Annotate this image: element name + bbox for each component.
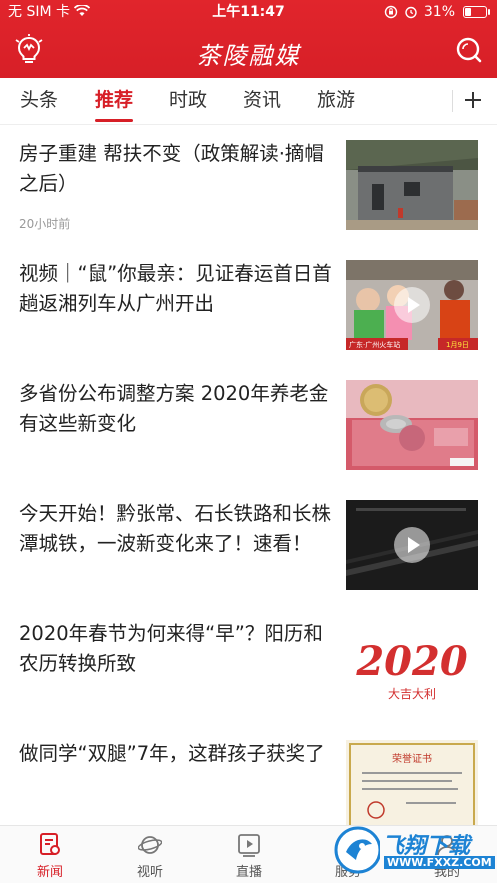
app-title: 茶陵融媒	[196, 42, 301, 70]
site-watermark: 飞翔下载 WWW.FXXZ.COM	[332, 822, 495, 878]
thumb-blessing-text: 大吉大利	[388, 687, 436, 701]
news-thumbnail: 2020 大吉大利	[346, 620, 478, 710]
news-thumbnail: 荣誉证书	[346, 740, 478, 825]
thumb-caption: 广东·广州火车站	[349, 340, 400, 349]
tab-divider	[452, 90, 453, 112]
nav-label: 视听	[136, 865, 163, 880]
tab-info[interactable]: 资讯	[243, 78, 281, 124]
nav-label: 直播	[235, 865, 262, 880]
news-thumbnail: 广东·广州火车站 1月9日	[346, 260, 478, 350]
planet-icon	[138, 836, 162, 854]
watermark-logo-icon	[334, 826, 380, 874]
status-right: 31%	[384, 0, 490, 24]
add-channel-icon[interactable]	[463, 88, 483, 112]
alarm-icon	[405, 6, 417, 19]
news-thumbnail	[346, 140, 478, 230]
news-item[interactable]: 今天开始！黔张常、石长铁路和长株潭城铁，一波新变化来了！速看！	[0, 485, 497, 605]
news-item[interactable]: 2020年春节为何来得“早”？阳历和农历转换所致 2020 大吉大利	[0, 605, 497, 725]
nav-label: 新闻	[36, 865, 63, 880]
play-icon[interactable]	[394, 287, 430, 323]
news-title: 做同学“双腿”7年，这群孩子获奖了	[19, 742, 325, 765]
thumb-date: 1月9日	[446, 341, 469, 349]
tab-politics[interactable]: 时政	[169, 78, 207, 124]
news-thumbnail	[346, 380, 478, 470]
news-item[interactable]: 房子重建 帮扶不变（政策解读·摘帽之后） 20小时前	[0, 125, 497, 245]
news-thumbnail	[346, 500, 478, 590]
search-icon[interactable]	[455, 36, 483, 64]
news-title: 视频｜“鼠”你最亲：见证春运首日首趟返湘列车从广州开出	[19, 262, 332, 315]
battery-percent: 31%	[423, 4, 455, 20]
battery-icon	[463, 6, 490, 18]
news-item[interactable]: 多省份公布调整方案 2020年养老金有这些新变化	[0, 365, 497, 485]
news-icon	[40, 833, 60, 855]
news-title: 2020年春节为何来得“早”？阳历和农历转换所致	[19, 622, 323, 675]
thumb-2020-text: 2020	[355, 638, 467, 685]
news-time: 20小时前	[19, 217, 71, 231]
play-icon[interactable]	[394, 527, 430, 563]
tab-recommend[interactable]: 推荐	[95, 78, 134, 124]
tab-toutiao[interactable]: 头条	[20, 78, 58, 124]
status-bar: 无 SIM 卡 上午11:47 31%	[0, 0, 497, 24]
watermark-url: WWW.FXXZ.COM	[384, 856, 495, 869]
tab-travel[interactable]: 旅游	[317, 78, 355, 124]
nav-live[interactable]: 直播	[209, 826, 289, 883]
news-item[interactable]: 视频｜“鼠”你最亲：见证春运首日首趟返湘列车从广州开出 广东·广州火车站 1月9…	[0, 245, 497, 365]
thumb-certificate-text: 荣誉证书	[392, 752, 432, 765]
nav-video[interactable]: 视听	[110, 826, 190, 883]
news-title: 房子重建 帮扶不变（政策解读·摘帽之后）	[19, 142, 324, 195]
app-bar: 茶陵融媒	[0, 24, 497, 78]
app-screen: 无 SIM 卡 上午11:47 31% 茶陵融媒 头条 推荐 时政 资讯 旅游 …	[0, 0, 497, 883]
nav-news[interactable]: 新闻	[10, 826, 90, 883]
news-title: 今天开始！黔张常、石长铁路和长株潭城铁，一波新变化来了！速看！	[19, 502, 332, 555]
app-header: 无 SIM 卡 上午11:47 31% 茶陵融媒	[0, 0, 497, 78]
news-title: 多省份公布调整方案 2020年养老金有这些新变化	[19, 382, 329, 435]
live-play-icon	[238, 834, 260, 857]
category-tabs: 头条 推荐 时政 资讯 旅游	[0, 78, 497, 125]
news-item[interactable]: 做同学“双腿”7年，这群孩子获奖了 荣誉证书	[0, 725, 497, 825]
news-list: 房子重建 帮扶不变（政策解读·摘帽之后） 20小时前 视频｜“鼠”你最亲：见证春…	[0, 125, 497, 825]
rotation-lock-icon	[384, 5, 398, 19]
